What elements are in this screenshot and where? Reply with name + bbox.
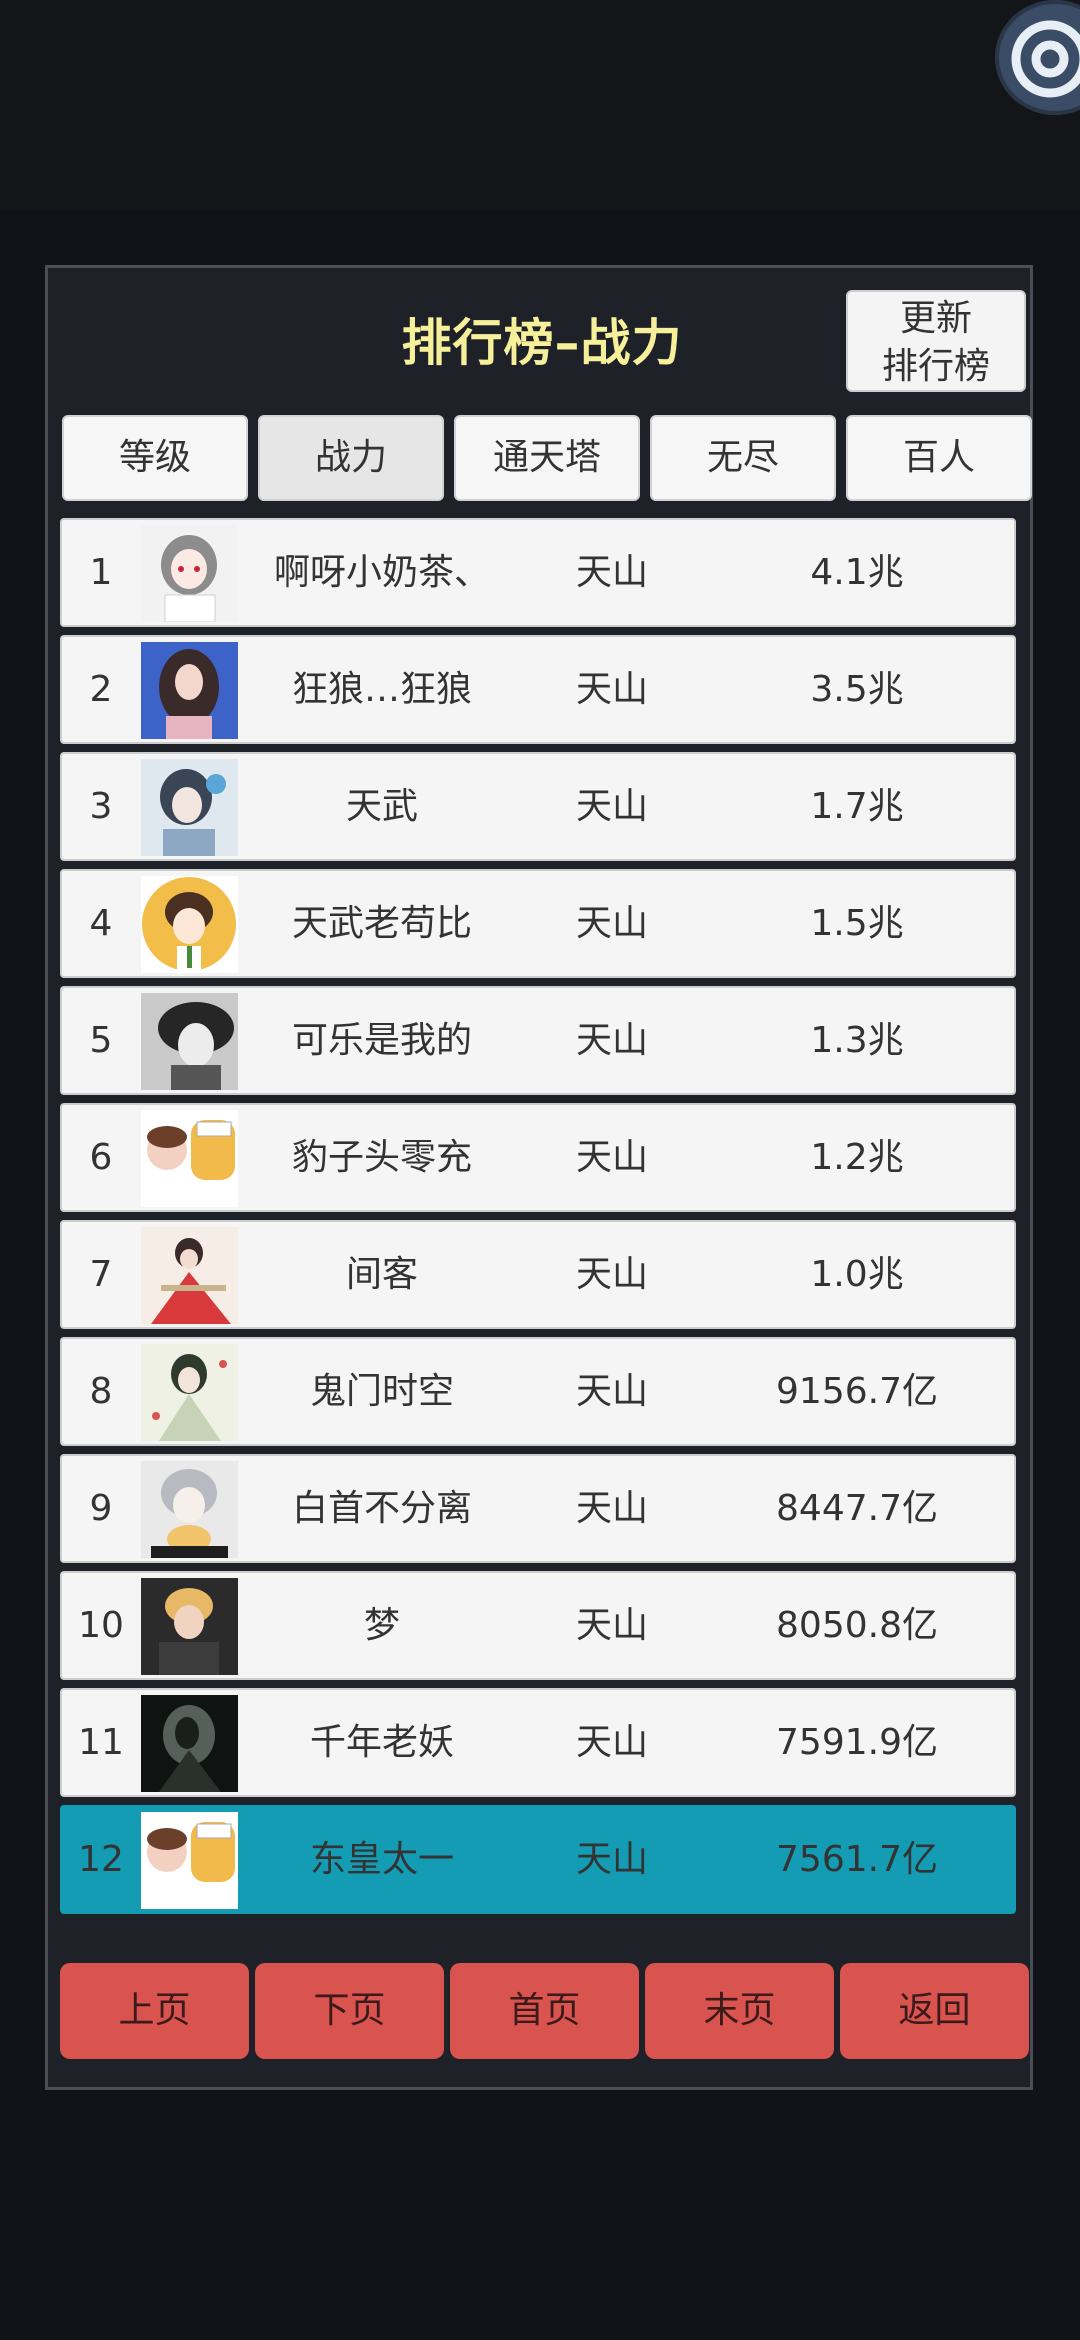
avatar xyxy=(141,1461,238,1558)
refresh-label-line1: 更新 xyxy=(899,298,972,339)
table-row[interactable]: 7 间客 天山 1.0兆 xyxy=(60,1220,1016,1329)
table-row[interactable]: 2 狂狼…狂狼 天山 3.5兆 xyxy=(60,635,1016,744)
power-value: 1.3兆 xyxy=(810,1020,904,1061)
table-row[interactable]: 5 可乐是我的 天山 1.3兆 xyxy=(60,986,1016,1095)
rank-cell: 9 xyxy=(89,1488,113,1529)
power-value: 1.2兆 xyxy=(810,1137,904,1178)
table-row[interactable]: 4 天武老苟比 天山 1.5兆 xyxy=(60,869,1016,978)
power-value: 1.0兆 xyxy=(810,1254,904,1295)
tab-endless[interactable]: 无尽 xyxy=(650,415,836,501)
rank-cell: 11 xyxy=(78,1722,124,1763)
avatar xyxy=(141,1578,238,1675)
player-name: 天武 xyxy=(345,786,418,827)
last-page-button[interactable]: 末页 xyxy=(645,1963,834,2059)
power-value: 3.5兆 xyxy=(810,669,904,710)
at-sign-icon xyxy=(1011,20,1080,98)
avatar xyxy=(141,1812,238,1909)
tab-tower[interactable]: 通天塔 xyxy=(454,415,640,501)
avatar xyxy=(141,1695,238,1792)
player-name: 东皇太一 xyxy=(309,1839,454,1880)
table-row[interactable]: 10 梦 天山 8050.8亿 xyxy=(60,1571,1016,1680)
server-name: 天山 xyxy=(575,786,648,827)
player-name: 狂狼…狂狼 xyxy=(291,669,472,710)
avatar xyxy=(141,1344,238,1441)
power-value: 9156.7亿 xyxy=(776,1371,938,1412)
rank-cell: 8 xyxy=(89,1371,113,1412)
server-name: 天山 xyxy=(575,1254,648,1295)
server-name: 天山 xyxy=(575,1371,648,1412)
player-name: 鬼门时空 xyxy=(309,1371,454,1412)
server-name: 天山 xyxy=(575,669,648,710)
power-value: 7561.7亿 xyxy=(776,1839,938,1880)
avatar xyxy=(141,993,238,1090)
rank-cell: 10 xyxy=(78,1605,124,1646)
leaderboard-panel: 排行榜–战力 更新 排行榜 等级 战力 通天塔 无尽 百人 1 啊呀小奶茶、 天… xyxy=(45,265,1033,2090)
prev-page-button[interactable]: 上页 xyxy=(60,1963,249,2059)
player-name: 白首不分离 xyxy=(291,1488,472,1529)
table-row[interactable]: 3 天武 天山 1.7兆 xyxy=(60,752,1016,861)
table-row[interactable]: 6 豹子头零充 天山 1.2兆 xyxy=(60,1103,1016,1212)
table-row-self[interactable]: 12 东皇太一 天山 7561.7亿 xyxy=(60,1805,1016,1914)
rank-cell: 12 xyxy=(78,1839,124,1880)
avatar xyxy=(141,876,238,973)
rank-cell: 3 xyxy=(89,786,113,827)
status-bar-area xyxy=(0,0,1080,210)
player-name: 千年老妖 xyxy=(309,1722,454,1763)
player-name: 啊呀小奶茶、 xyxy=(273,552,490,593)
tab-hundred[interactable]: 百人 xyxy=(846,415,1032,501)
table-row[interactable]: 9 白首不分离 天山 8447.7亿 xyxy=(60,1454,1016,1563)
server-name: 天山 xyxy=(575,1605,648,1646)
avatar xyxy=(141,525,238,622)
player-name: 可乐是我的 xyxy=(291,1020,472,1061)
avatar xyxy=(141,759,238,856)
server-name: 天山 xyxy=(575,552,648,593)
server-name: 天山 xyxy=(575,1020,648,1061)
player-name: 梦 xyxy=(363,1605,400,1646)
power-value: 4.1兆 xyxy=(810,552,904,593)
tab-power[interactable]: 战力 xyxy=(258,415,444,501)
rank-cell: 7 xyxy=(89,1254,113,1295)
tab-level[interactable]: 等级 xyxy=(62,415,248,501)
table-row[interactable]: 11 千年老妖 天山 7591.9亿 xyxy=(60,1688,1016,1797)
power-value: 7591.9亿 xyxy=(776,1722,938,1763)
refresh-leaderboard-button[interactable]: 更新 排行榜 xyxy=(846,290,1026,392)
rank-cell: 1 xyxy=(89,552,113,593)
table-row[interactable]: 1 啊呀小奶茶、 天山 4.1兆 xyxy=(60,518,1016,627)
server-name: 天山 xyxy=(575,903,648,944)
server-name: 天山 xyxy=(575,1137,648,1178)
player-name: 天武老苟比 xyxy=(291,903,472,944)
rank-cell: 5 xyxy=(89,1020,113,1061)
avatar xyxy=(141,642,238,739)
player-name: 豹子头零充 xyxy=(291,1137,472,1178)
power-value: 8050.8亿 xyxy=(776,1605,938,1646)
power-value: 1.5兆 xyxy=(810,903,904,944)
server-name: 天山 xyxy=(575,1488,648,1529)
avatar xyxy=(141,1110,238,1207)
floating-at-button[interactable] xyxy=(995,0,1080,115)
avatar xyxy=(141,1227,238,1324)
rank-cell: 2 xyxy=(89,669,113,710)
rank-cell: 4 xyxy=(89,903,113,944)
first-page-button[interactable]: 首页 xyxy=(450,1963,639,2059)
next-page-button[interactable]: 下页 xyxy=(255,1963,444,2059)
pagination-bar: 上页 下页 首页 末页 返回 xyxy=(60,1963,1030,2059)
server-name: 天山 xyxy=(575,1839,648,1880)
power-value: 1.7兆 xyxy=(810,786,904,827)
category-tabs: 等级 战力 通天塔 无尽 百人 xyxy=(62,415,1032,501)
table-row[interactable]: 8 鬼门时空 天山 9156.7亿 xyxy=(60,1337,1016,1446)
server-name: 天山 xyxy=(575,1722,648,1763)
power-value: 8447.7亿 xyxy=(776,1488,938,1529)
back-button[interactable]: 返回 xyxy=(840,1963,1029,2059)
rank-cell: 6 xyxy=(89,1137,113,1178)
refresh-label-line2: 排行榜 xyxy=(881,346,990,387)
player-name: 间客 xyxy=(345,1254,418,1295)
